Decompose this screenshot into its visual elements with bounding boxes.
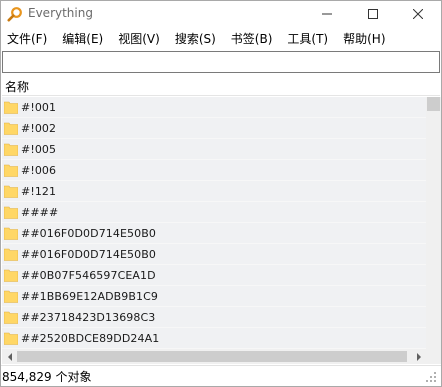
file-name: ##0B07F546597CEA1D (21, 268, 156, 282)
list-item[interactable]: #!121 (2, 181, 426, 202)
list-item[interactable]: ##016F0D0D714E50B0 (2, 244, 426, 265)
file-name: #!002 (21, 121, 57, 135)
chevron-left-icon (7, 352, 12, 361)
list-item[interactable]: ##1BB69E12ADB9B1C9 (2, 286, 426, 307)
list-item[interactable]: #!005 (2, 139, 426, 160)
chevron-right-icon (416, 352, 421, 361)
app-window: Everything 文件(F) 编辑(E) 视图(V) 搜索(S) 书签(B)… (0, 0, 442, 387)
list-item[interactable]: #!006 (2, 160, 426, 181)
folder-icon (4, 143, 18, 156)
folder-icon (4, 248, 18, 261)
file-name: #### (21, 205, 59, 219)
list-item[interactable]: ##0B07F546597CEA1D (2, 265, 426, 286)
file-name: ##016F0D0D714E50B0 (21, 247, 156, 261)
list-item[interactable]: #!002 (2, 118, 426, 139)
object-count: 854,829 个对象 (2, 370, 92, 384)
menu-file[interactable]: 文件(F) (3, 29, 51, 49)
folder-icon (4, 227, 18, 240)
folder-icon (4, 185, 18, 198)
status-bar: 854,829 个对象 (1, 365, 441, 386)
folder-icon (4, 311, 18, 324)
list-item[interactable]: ##016F0D0D714E50B0 (2, 223, 426, 244)
horizontal-scrollbar[interactable] (2, 349, 426, 364)
minimize-button[interactable] (304, 1, 350, 27)
menu-view[interactable]: 视图(V) (114, 29, 164, 49)
scroll-right-button[interactable] (411, 349, 426, 364)
maximize-icon (368, 9, 378, 19)
folder-icon (4, 101, 18, 114)
folder-icon (4, 164, 18, 177)
list-header: 名称 (2, 78, 440, 96)
horizontal-scroll-thumb[interactable] (17, 351, 407, 362)
title-bar[interactable]: Everything (1, 1, 441, 27)
scroll-left-button[interactable] (2, 349, 17, 364)
folder-icon (4, 290, 18, 303)
menu-bookmarks[interactable]: 书签(B) (227, 29, 277, 49)
list-item[interactable]: ##23718423D13698C3 (2, 307, 426, 328)
folder-icon (4, 269, 18, 282)
file-name: ##23718423D13698C3 (21, 310, 156, 324)
column-header-name[interactable]: 名称 (5, 79, 29, 95)
file-name: #!005 (21, 142, 57, 156)
window-title: Everything (28, 6, 93, 20)
search-input[interactable] (3, 52, 439, 72)
search-box (2, 51, 440, 73)
file-name: ##016F0D0D714E50B0 (21, 226, 156, 240)
list-item[interactable]: #!001 (2, 97, 426, 118)
close-icon (413, 9, 423, 19)
menu-tools[interactable]: 工具(T) (283, 29, 332, 49)
file-name: #!006 (21, 163, 57, 177)
close-button[interactable] (395, 1, 441, 27)
menu-help[interactable]: 帮助(H) (339, 29, 389, 49)
file-name: #!001 (21, 100, 57, 114)
vertical-scrollbar[interactable] (426, 97, 441, 349)
menu-bar: 文件(F) 编辑(E) 视图(V) 搜索(S) 书签(B) 工具(T) 帮助(H… (1, 28, 441, 49)
maximize-button[interactable] (350, 1, 396, 27)
folder-icon (4, 122, 18, 135)
folder-icon (4, 332, 18, 345)
list-item[interactable]: #### (2, 202, 426, 223)
file-name: ##1BB69E12ADB9B1C9 (21, 289, 159, 303)
list-item[interactable]: ##2520BDCE89DD24A1 (2, 328, 426, 349)
menu-search[interactable]: 搜索(S) (171, 29, 220, 49)
vertical-scroll-thumb[interactable] (427, 97, 440, 111)
scrollbar-corner (426, 349, 441, 364)
minimize-icon (322, 13, 332, 15)
results-list[interactable]: #!001 #!002 #!005 #!006 #!121 #### ##016… (2, 97, 426, 349)
menu-edit[interactable]: 编辑(E) (58, 29, 107, 49)
resize-grip-icon[interactable] (425, 371, 437, 383)
folder-icon (4, 206, 18, 219)
file-name: ##2520BDCE89DD24A1 (21, 331, 160, 345)
file-name: #!121 (21, 184, 57, 198)
magnifier-icon (7, 7, 22, 22)
